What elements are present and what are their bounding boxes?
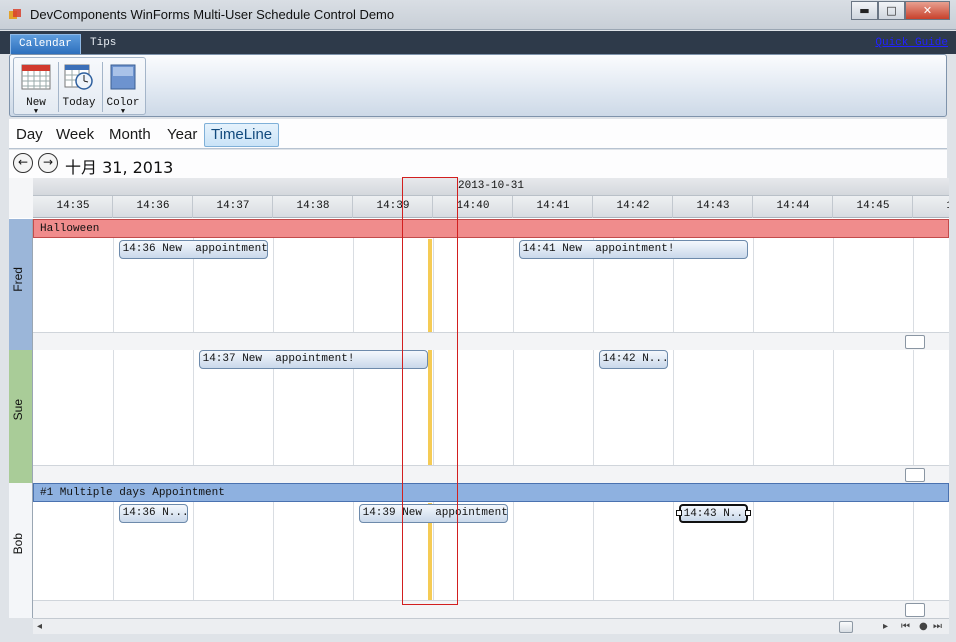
time-header: 14:35 14:36 14:37 14:38 14:39 14:40 14:41 14:42… [33,196,949,218]
time-tick: 14 [913,200,949,212]
owner-lane-fred[interactable]: Halloween 14:36 New appointment! 14:41 New… [33,219,949,350]
appointment[interactable]: 14:37 New appointment! [198,350,429,369]
maximize-button[interactable]: □ [878,1,905,20]
app-icon [9,9,21,19]
tab-tips[interactable]: Tips [82,34,124,54]
dropdown-arrow-icon: ▼ [33,108,39,116]
calendar-mini-icon[interactable] [905,603,925,617]
color-swatch-icon [110,64,136,90]
time-tick: 14:35 [56,200,90,212]
time-tick: 14:38 [296,200,330,212]
time-tick: 14:40 [456,200,490,212]
lane-footer [33,332,949,350]
scroll-right-icon[interactable]: ▸ [883,621,888,632]
time-tick: 14:41 [536,200,570,212]
time-tick: 14:43 [696,200,730,212]
horizontal-scrollbar[interactable]: ◂ ▸ ⏮ ● ⏭ [33,618,949,634]
owner-name: Sue [11,398,25,420]
grid-line [753,350,754,465]
owner-name: Fred [11,266,25,292]
grid-line [673,350,674,465]
grid-line [193,350,194,465]
minimize-button[interactable]: ▬ [851,1,878,20]
calendar-clock-icon [64,64,93,90]
resize-handle[interactable] [675,510,682,516]
lane-footer [33,600,949,618]
timeline-view[interactable]: 2013-10-31 14:35 14:36 14:37 14:38 14:39 14:4… [9,178,949,618]
tab-month[interactable]: Month [105,123,155,147]
calendar-mini-icon[interactable] [905,335,925,349]
grid-line [433,350,434,465]
time-tick: 14:36 [136,200,170,212]
all-day-appointment[interactable]: Halloween [33,219,949,238]
owner-tab-sue[interactable]: Sue [9,350,33,483]
tab-day[interactable]: Day [12,123,47,147]
new-button[interactable]: New ▼ [16,60,56,116]
grid-line [113,350,114,465]
current-time-line [428,350,432,465]
time-tick: 14:37 [216,200,250,212]
page-center-icon[interactable]: ● [919,621,928,632]
time-tick: 14:44 [776,200,810,212]
tab-timeline[interactable]: TimeLine [204,123,280,147]
appointment[interactable]: 14:41 New appointment! [518,240,749,259]
grid-line [833,350,834,465]
calendar-grid-icon [21,64,51,90]
grid-line [593,350,594,465]
title-bar: DevComponents WinForms Multi-User Schedu… [0,0,956,30]
header-corner [9,178,33,218]
owner-tab-bob[interactable]: Bob [9,483,33,618]
ribbon-tab-bar: Calendar Tips Quick Guide [0,31,956,54]
appointment[interactable]: 14:43 N... [678,504,749,523]
grid-line [913,350,914,465]
appointment[interactable]: 14:42 N... [598,350,669,369]
ribbon-group: New ▼ Today Color ▼ [13,57,146,116]
owner-lane-bob[interactable]: #1 Multiple days Appointment 14:36 N... 14… [33,483,949,618]
grid-line [513,350,514,465]
owner-lane-sue[interactable]: 14:37 New appointment! 14:42 N... [33,350,949,483]
date-header: 2013-10-31 [33,178,949,196]
view-tab-bar: Day Week Month Year TimeLine [9,119,947,149]
time-tick: 14:42 [616,200,650,212]
current-time-line [428,239,432,332]
today-button-label: Today [62,97,96,109]
page-first-icon[interactable]: ⏮ [901,621,910,632]
color-button[interactable]: Color ▼ [103,60,143,116]
scroll-left-icon[interactable]: ◂ [37,621,42,632]
appointment[interactable]: 14:36 New appointment! [118,240,269,259]
page-last-icon[interactable]: ⏭ [933,621,942,632]
owner-name: Bob [11,532,25,554]
today-button[interactable]: Today [59,60,99,114]
tab-week[interactable]: Week [52,123,98,147]
dropdown-arrow-icon: ▼ [120,108,126,116]
tab-calendar[interactable]: Calendar [10,34,81,54]
lane-footer [33,465,949,483]
arrow-right-icon[interactable]: → [38,153,58,173]
all-day-appointment[interactable]: #1 Multiple days Appointment [33,483,949,502]
time-tick: 14:45 [856,200,890,212]
owner-tab-fred[interactable]: Fred [9,219,33,350]
arrow-left-icon[interactable]: ← [13,153,33,173]
resize-handle[interactable] [745,510,752,516]
appointment[interactable]: 14:36 N... [118,504,189,523]
close-button[interactable]: ✕ [905,1,950,20]
date-header-label: 2013-10-31 [458,180,525,192]
window-title: DevComponents WinForms Multi-User Schedu… [30,7,395,22]
quick-guide-link[interactable]: Quick Guide [875,37,948,49]
calendar-mini-icon[interactable] [905,468,925,482]
time-tick: 14:39 [376,200,410,212]
date-navigator: ← → 十月 31, 2013 [9,150,947,178]
scroll-thumb[interactable] [839,621,853,633]
ribbon-panel: New ▼ Today Color ▼ [9,54,947,117]
appointment[interactable]: 14:39 New appointment! [358,504,509,523]
tab-year[interactable]: Year [163,123,201,147]
date-label: 十月 31, 2013 [65,158,174,177]
